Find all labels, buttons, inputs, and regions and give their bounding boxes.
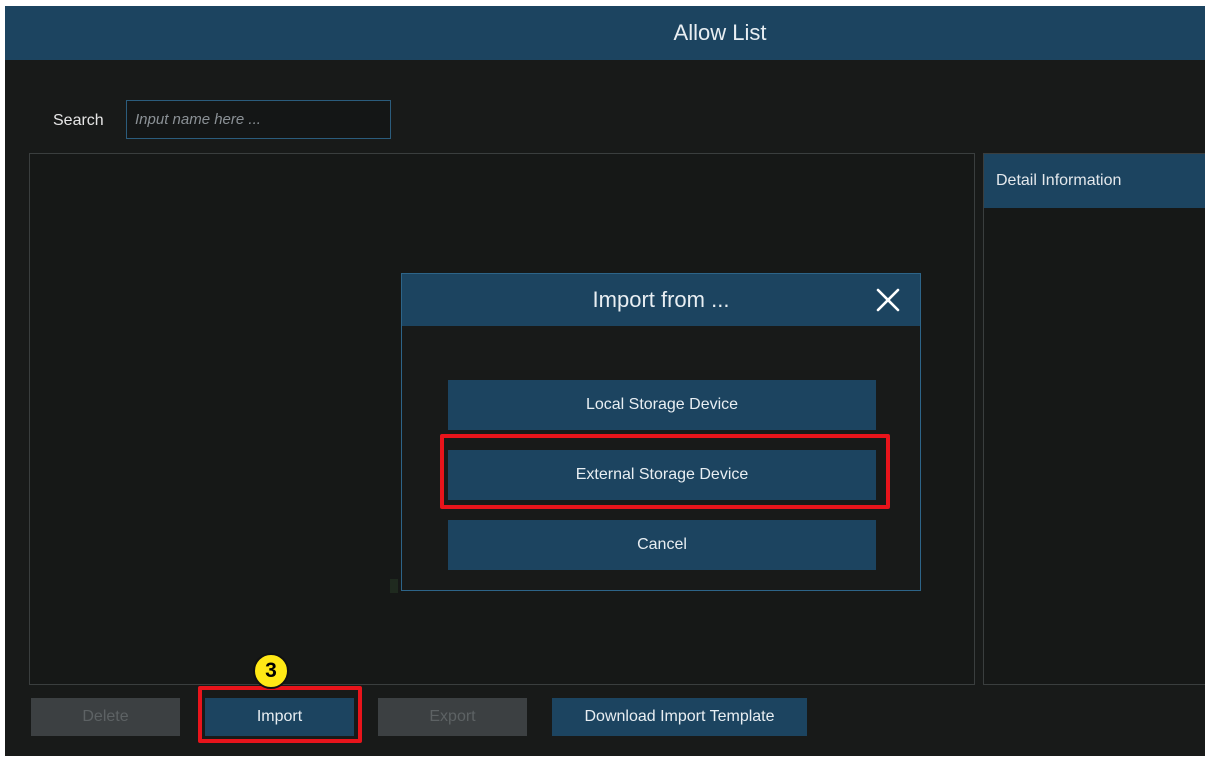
detail-panel-header: Detail Information: [984, 154, 1205, 208]
external-storage-label: External Storage Device: [575, 466, 749, 483]
local-storage-device-button[interactable]: Local Storage Device: [448, 380, 876, 430]
export-button[interactable]: Export: [378, 698, 527, 736]
delete-button-label: Delete: [82, 708, 129, 725]
search-label: Search: [53, 112, 104, 129]
external-storage-device-button[interactable]: External Storage Device: [448, 450, 876, 500]
search-input[interactable]: [126, 100, 391, 139]
cancel-button[interactable]: Cancel: [448, 520, 876, 570]
cancel-label: Cancel: [637, 536, 687, 553]
download-template-label: Download Import Template: [584, 708, 775, 725]
close-icon[interactable]: [874, 286, 902, 314]
dialog-title: Import from ...: [592, 287, 730, 312]
window-title-bar: Allow List: [5, 6, 1205, 60]
detail-information-panel: Detail Information: [983, 153, 1205, 685]
step-number-badge: 3: [253, 653, 289, 689]
import-button-label: Import: [256, 708, 303, 725]
import-from-dialog: Import from ... Local Storage Device Ext…: [401, 273, 921, 591]
local-storage-label: Local Storage Device: [585, 396, 739, 413]
window-title: Allow List: [673, 20, 767, 45]
step-number: 3: [265, 659, 277, 682]
dialog-header: Import from ...: [402, 274, 920, 326]
delete-button[interactable]: Delete: [31, 698, 180, 736]
import-button[interactable]: Import: [205, 698, 354, 736]
list-placeholder-mark: [390, 579, 398, 593]
app-screen: Allow List Search Detail Information Del…: [5, 6, 1205, 756]
download-import-template-button[interactable]: Download Import Template: [552, 698, 807, 736]
detail-panel-title: Detail Information: [996, 172, 1122, 189]
export-button-label: Export: [429, 708, 476, 725]
